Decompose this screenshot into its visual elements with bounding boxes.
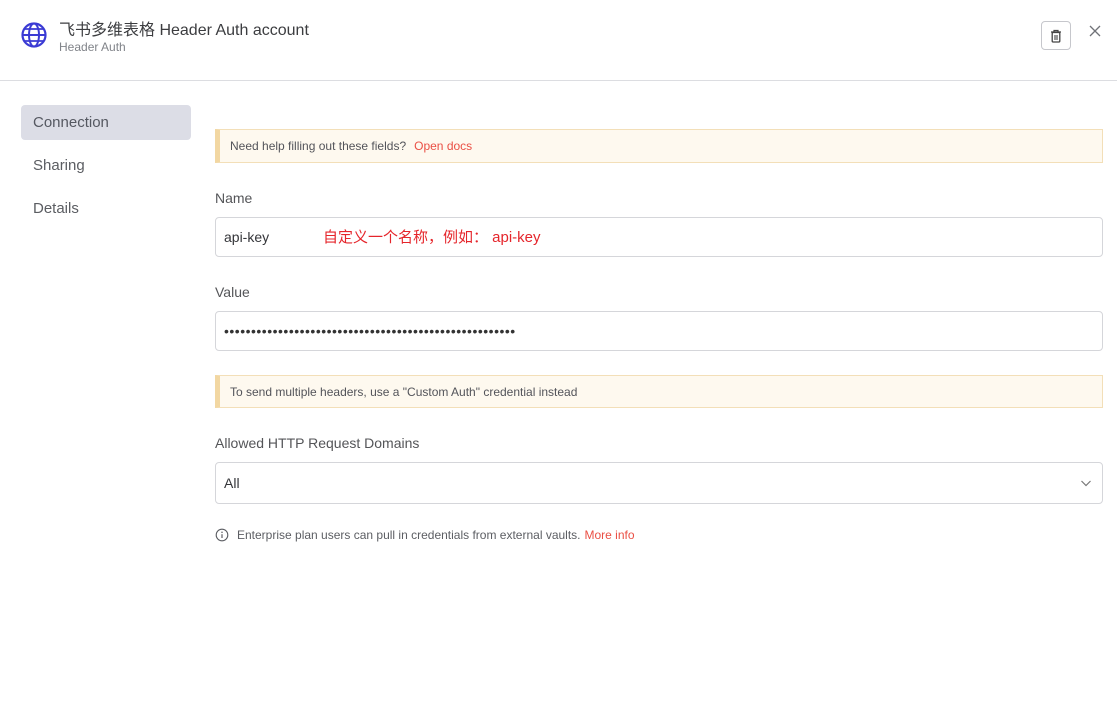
domains-select[interactable]: All [215, 462, 1103, 504]
chevron-down-icon [1081, 480, 1091, 487]
trash-icon [1051, 29, 1061, 43]
name-input-value: api-key [224, 229, 270, 245]
open-docs-link[interactable]: Open docs [414, 139, 472, 153]
close-icon [1089, 25, 1101, 37]
info-icon [215, 528, 229, 542]
modal-header: 飞书多维表格 Header Auth account Header Auth [0, 0, 1117, 81]
value-label: Value [215, 284, 250, 300]
headers-notice-text: To send multiple headers, use a "Custom … [230, 384, 578, 399]
sidebar-nav: Connection Sharing Details [21, 105, 191, 234]
enterprise-info: Enterprise plan users can pull in creden… [215, 528, 635, 542]
delete-button[interactable] [1041, 21, 1071, 50]
help-notice: Need help filling out these fields? Open… [215, 129, 1103, 163]
globe-icon [21, 22, 47, 48]
name-label: Name [215, 190, 253, 206]
help-notice-text: Need help filling out these fields? [230, 139, 407, 153]
sidebar-item-connection[interactable]: Connection [21, 105, 191, 140]
headers-notice: To send multiple headers, use a "Custom … [215, 375, 1103, 408]
sidebar-item-details[interactable]: Details [21, 191, 191, 226]
value-input[interactable]: ••••••••••••••••••••••••••••••••••••••••… [215, 311, 1103, 351]
enterprise-info-text: Enterprise plan users can pull in creden… [237, 528, 581, 542]
value-input-masked: ••••••••••••••••••••••••••••••••••••••••… [224, 323, 516, 339]
credential-title[interactable]: 飞书多维表格 Header Auth account [59, 16, 309, 40]
credential-type: Header Auth [59, 40, 126, 54]
domains-select-value: All [224, 475, 240, 491]
close-button[interactable] [1087, 23, 1103, 39]
sidebar-item-sharing[interactable]: Sharing [21, 148, 191, 183]
name-annotation: 自定义一个名称，例如： api-key [323, 229, 541, 246]
more-info-link[interactable]: More info [585, 528, 635, 542]
domains-label: Allowed HTTP Request Domains [215, 435, 420, 451]
